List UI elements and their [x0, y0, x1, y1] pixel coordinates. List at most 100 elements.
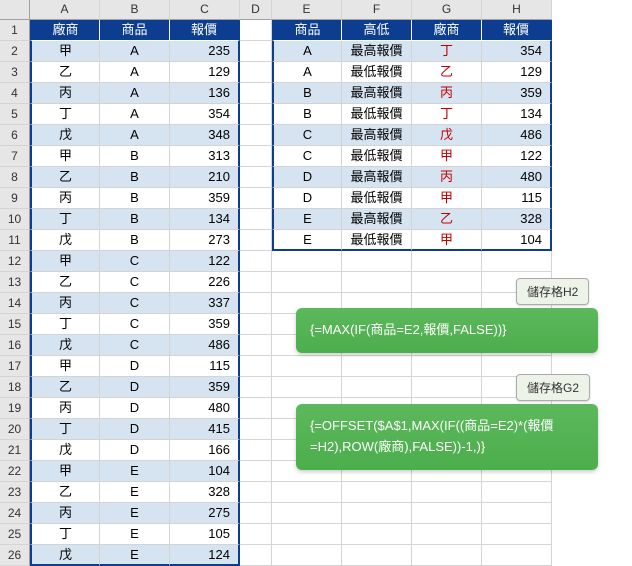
- cell-d[interactable]: [240, 377, 272, 398]
- cell[interactable]: [412, 356, 482, 377]
- cell-vendor[interactable]: 甲: [30, 146, 100, 167]
- cell-product[interactable]: B: [100, 230, 170, 251]
- cell[interactable]: [342, 356, 412, 377]
- cell-product[interactable]: B: [100, 188, 170, 209]
- cell-d[interactable]: [240, 230, 272, 251]
- cell-product[interactable]: A: [100, 41, 170, 62]
- cell-vendor[interactable]: 乙: [30, 377, 100, 398]
- cell-product[interactable]: E: [100, 503, 170, 524]
- cell-price[interactable]: 115: [170, 356, 240, 377]
- cell[interactable]: [342, 482, 412, 503]
- cell-d1[interactable]: [240, 20, 272, 41]
- cell-vendor[interactable]: 甲: [30, 356, 100, 377]
- r-hilo[interactable]: 最高報價: [342, 209, 412, 230]
- r-hilo[interactable]: 最高報價: [342, 41, 412, 62]
- rowhead-19[interactable]: 19: [0, 398, 30, 419]
- rowhead-23[interactable]: 23: [0, 482, 30, 503]
- r-price[interactable]: 129: [482, 62, 552, 83]
- cell[interactable]: [272, 524, 342, 545]
- cell-price[interactable]: 235: [170, 41, 240, 62]
- cell-product[interactable]: C: [100, 335, 170, 356]
- cell-product[interactable]: D: [100, 440, 170, 461]
- r-product[interactable]: B: [272, 83, 342, 104]
- r-product[interactable]: D: [272, 167, 342, 188]
- cell-vendor[interactable]: 丙: [30, 188, 100, 209]
- cell[interactable]: [482, 524, 552, 545]
- cell-vendor[interactable]: 甲: [30, 251, 100, 272]
- rowhead-20[interactable]: 20: [0, 419, 30, 440]
- cell-d[interactable]: [240, 146, 272, 167]
- colhead-G[interactable]: G: [412, 0, 482, 20]
- r-vendor[interactable]: 丙: [412, 83, 482, 104]
- cell-price[interactable]: 359: [170, 314, 240, 335]
- cell-d[interactable]: [240, 398, 272, 419]
- cell-vendor[interactable]: 丙: [30, 503, 100, 524]
- r-product[interactable]: B: [272, 104, 342, 125]
- cell-vendor[interactable]: 戊: [30, 440, 100, 461]
- cell-d[interactable]: [240, 440, 272, 461]
- cell-price[interactable]: 136: [170, 83, 240, 104]
- cell[interactable]: [272, 545, 342, 566]
- rowhead-6[interactable]: 6: [0, 125, 30, 146]
- r-price[interactable]: 328: [482, 209, 552, 230]
- r-hilo[interactable]: 最高報價: [342, 167, 412, 188]
- cell[interactable]: [412, 377, 482, 398]
- cell-product[interactable]: B: [100, 209, 170, 230]
- r-hilo[interactable]: 最低報價: [342, 188, 412, 209]
- cell[interactable]: [342, 503, 412, 524]
- rowhead-7[interactable]: 7: [0, 146, 30, 167]
- cell-vendor[interactable]: 丁: [30, 419, 100, 440]
- r-price[interactable]: 134: [482, 104, 552, 125]
- rowhead-21[interactable]: 21: [0, 440, 30, 461]
- cell[interactable]: [342, 545, 412, 566]
- cell-vendor[interactable]: 戊: [30, 230, 100, 251]
- cell-product[interactable]: A: [100, 62, 170, 83]
- cell-price[interactable]: 105: [170, 524, 240, 545]
- colhead-F[interactable]: F: [342, 0, 412, 20]
- cell-price[interactable]: 134: [170, 209, 240, 230]
- cell-price[interactable]: 486: [170, 335, 240, 356]
- cell-price[interactable]: 104: [170, 461, 240, 482]
- rowhead-9[interactable]: 9: [0, 188, 30, 209]
- cell[interactable]: [342, 251, 412, 272]
- r-hilo[interactable]: 最低報價: [342, 104, 412, 125]
- rowhead-25[interactable]: 25: [0, 524, 30, 545]
- r-vendor[interactable]: 甲: [412, 188, 482, 209]
- r-hilo[interactable]: 最低報價: [342, 146, 412, 167]
- r-price[interactable]: 359: [482, 83, 552, 104]
- cell[interactable]: [412, 524, 482, 545]
- cell-price[interactable]: 275: [170, 503, 240, 524]
- r-product[interactable]: C: [272, 146, 342, 167]
- rowhead-18[interactable]: 18: [0, 377, 30, 398]
- rowhead-1[interactable]: 1: [0, 20, 30, 41]
- cell[interactable]: [272, 272, 342, 293]
- cell-d[interactable]: [240, 104, 272, 125]
- cell-price[interactable]: 273: [170, 230, 240, 251]
- colhead-B[interactable]: B: [100, 0, 170, 20]
- rowhead-13[interactable]: 13: [0, 272, 30, 293]
- r-hilo[interactable]: 最低報價: [342, 62, 412, 83]
- colhead-C[interactable]: C: [170, 0, 240, 20]
- r-vendor[interactable]: 乙: [412, 62, 482, 83]
- cell-price[interactable]: 359: [170, 377, 240, 398]
- cell-vendor[interactable]: 乙: [30, 167, 100, 188]
- cell-d[interactable]: [240, 503, 272, 524]
- cell-d[interactable]: [240, 419, 272, 440]
- cell-price[interactable]: 124: [170, 545, 240, 566]
- cell[interactable]: [342, 272, 412, 293]
- rowhead-14[interactable]: 14: [0, 293, 30, 314]
- cell-price[interactable]: 226: [170, 272, 240, 293]
- cell-vendor[interactable]: 乙: [30, 62, 100, 83]
- r-product[interactable]: D: [272, 188, 342, 209]
- cell[interactable]: [482, 503, 552, 524]
- cell-product[interactable]: D: [100, 377, 170, 398]
- cell-vendor[interactable]: 甲: [30, 461, 100, 482]
- rowhead-16[interactable]: 16: [0, 335, 30, 356]
- cell[interactable]: [272, 251, 342, 272]
- cell-vendor[interactable]: 戊: [30, 335, 100, 356]
- r-price[interactable]: 486: [482, 125, 552, 146]
- cell-product[interactable]: E: [100, 482, 170, 503]
- cell-vendor[interactable]: 戊: [30, 125, 100, 146]
- cell-product[interactable]: C: [100, 293, 170, 314]
- cell-price[interactable]: 354: [170, 104, 240, 125]
